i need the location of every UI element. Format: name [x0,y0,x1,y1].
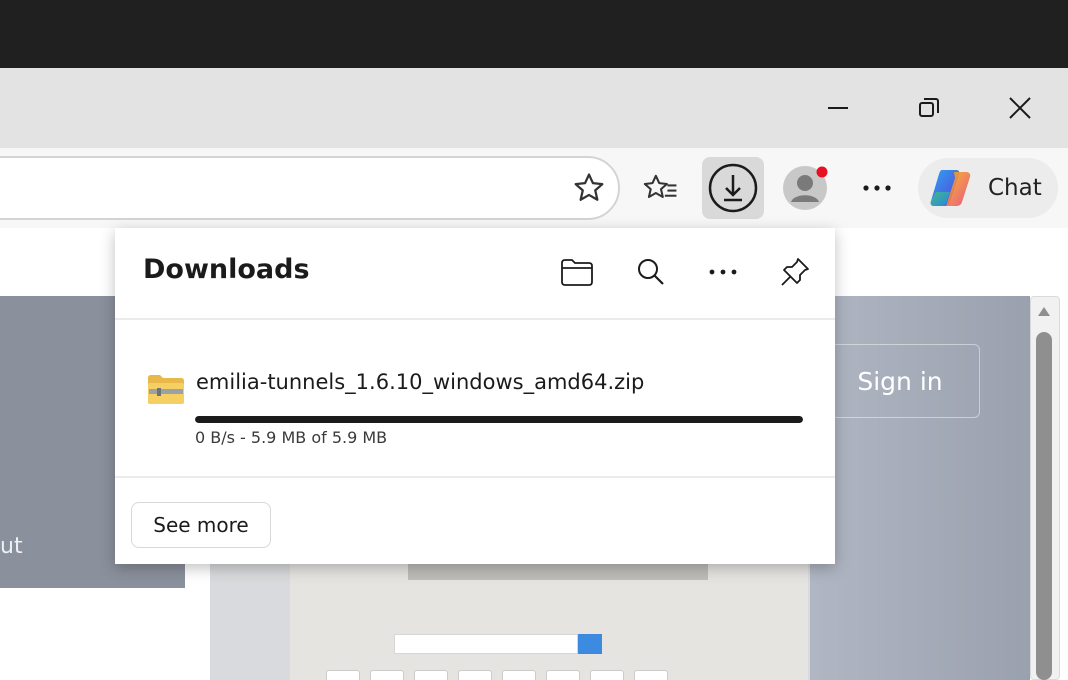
close-icon [1009,97,1031,119]
see-more-button[interactable]: See more [131,502,271,548]
preview-key [634,670,668,680]
preview-key [502,670,536,680]
copilot-icon [930,170,971,206]
chat-label: Chat [988,175,1042,201]
settings-more-button[interactable] [852,166,902,210]
more-icon [709,269,737,275]
preview-search-icon [578,634,602,654]
more-icon [863,185,891,191]
profile-icon [783,166,828,210]
favorites-button[interactable] [636,164,686,212]
preview-search-input [394,634,578,654]
pin-downloads-button[interactable] [777,254,813,290]
search-downloads-button[interactable] [633,254,669,290]
pin-icon [781,258,809,286]
star-icon [574,173,604,201]
minimize-button[interactable] [810,80,866,136]
download-filename[interactable]: emilia-tunnels_1.6.10_windows_amd64.zip [196,370,644,394]
download-status: 0 B/s - 5.9 MB of 5.9 MB [195,428,388,447]
scroll-up-arrow-icon[interactable] [1036,304,1052,320]
preview-key [546,670,580,680]
favorites-icon [643,174,677,199]
restore-icon [919,98,939,117]
search-icon [638,259,664,285]
minimize-icon [828,107,848,109]
open-downloads-folder-button[interactable] [559,254,595,290]
preview-key [458,670,492,680]
preview-page [290,564,808,680]
download-icon [708,163,758,213]
preview-header-bar [408,564,708,580]
hero-left-text: ut [0,534,23,559]
profile-button[interactable] [780,162,832,214]
download-progress-fill [195,416,803,423]
sign-in-button[interactable]: Sign in [820,344,980,418]
notification-dot [816,166,828,178]
preview-key [590,670,624,680]
scrollbar-thumb[interactable] [1036,332,1052,680]
address-bar[interactable] [0,156,620,220]
preview-key [370,670,404,680]
downloads-title: Downloads [143,254,310,285]
restore-button[interactable] [901,80,957,136]
preview-key [414,670,448,680]
folder-icon [561,259,593,286]
copilot-chat-button[interactable]: Chat [918,158,1058,218]
downloads-more-options-button[interactable] [705,254,741,290]
download-progress-bar [195,416,803,423]
content-panel [0,588,185,680]
zip-folder-icon [147,374,185,404]
downloads-panel: Downloads emilia-tunnels_1.6.10_windows_… [115,228,835,564]
downloads-button[interactable] [702,157,764,219]
downloads-header: Downloads [115,228,835,320]
close-button[interactable] [992,80,1048,136]
download-item[interactable]: emilia-tunnels_1.6.10_windows_amd64.zip … [115,322,835,476]
favorite-star-button[interactable] [566,164,612,212]
preview-key [326,670,360,680]
downloads-footer: See more [115,476,835,564]
